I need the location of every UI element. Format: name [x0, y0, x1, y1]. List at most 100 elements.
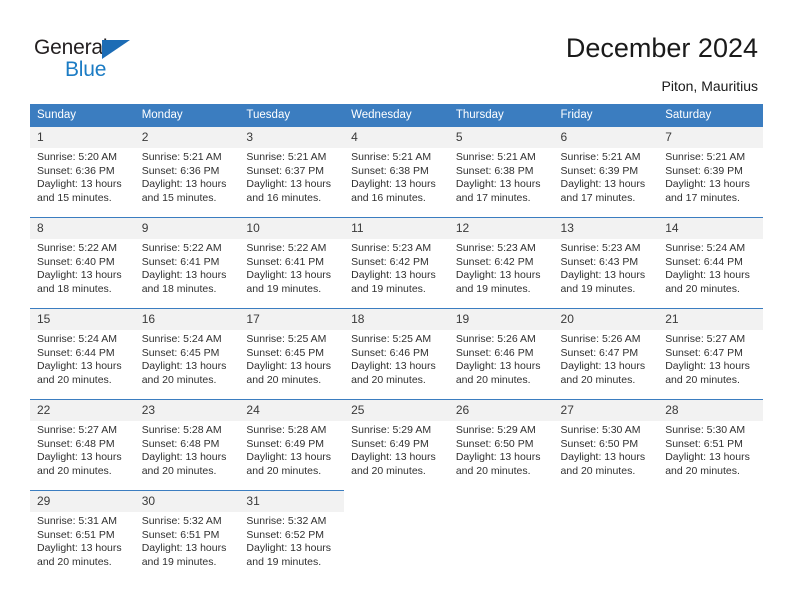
- calendar-week-row: 1 Sunrise: 5:20 AM Sunset: 6:36 PM Daylight…: [30, 126, 763, 217]
- sunset-text: Sunset: 6:43 PM: [560, 255, 639, 268]
- calendar-day[interactable]: 17 Sunrise: 5:25 AM Sunset: 6:45 PM Dayligh…: [239, 308, 345, 399]
- calendar-day[interactable]: 24 Sunrise: 5:28 AM Sunset: 6:49 PM Dayligh…: [239, 399, 345, 490]
- calendar-day[interactable]: 26 Sunrise: 5:29 AM Sunset: 6:50 PM Dayligh…: [448, 399, 554, 490]
- sunrise-text: Sunrise: 5:31 AM: [37, 515, 117, 527]
- calendar-day[interactable]: 11 Sunrise: 5:23 AM Sunset: 6:42 PM Dayligh…: [344, 217, 449, 308]
- daylight-text-line1: Daylight: 13 hours: [560, 178, 646, 191]
- calendar-day[interactable]: 12 Sunrise: 5:23 AM Sunset: 6:42 PM Dayligh…: [448, 217, 554, 308]
- day-details: Sunrise: 5:21 AM Sunset: 6:38 PM Daylight:…: [449, 148, 554, 205]
- sunset-text: Sunset: 6:49 PM: [246, 437, 325, 450]
- sunset-text: Sunset: 6:51 PM: [37, 528, 115, 541]
- day-details: Sunrise: 5:31 AM Sunset: 6:51 PM Daylight:…: [30, 512, 135, 569]
- sunset-text: Sunset: 6:46 PM: [455, 346, 534, 359]
- sunrise-text: Sunrise: 5:22 AM: [246, 242, 327, 254]
- daylight-text-line2: and 15 minutes.: [141, 191, 217, 204]
- weekday-header-friday: Friday: [553, 104, 659, 126]
- sunset-text: Sunset: 6:41 PM: [246, 255, 325, 268]
- day-number: 13: [553, 218, 659, 239]
- sunset-text: Sunset: 6:51 PM: [141, 528, 220, 541]
- calendar-day[interactable]: 13 Sunrise: 5:23 AM Sunset: 6:43 PM Dayligh…: [553, 217, 659, 308]
- daylight-text-line1: Daylight: 13 hours: [560, 451, 646, 464]
- daylight-text-line2: and 20 minutes.: [37, 464, 112, 477]
- calendar-day[interactable]: 4 Sunrise: 5:21 AM Sunset: 6:38 PM Daylight…: [344, 126, 449, 217]
- calendar-cell: 4 Sunrise: 5:21 AM Sunset: 6:38 PM Daylight…: [344, 126, 449, 217]
- daylight-text-line2: and 20 minutes.: [455, 373, 531, 386]
- day-number: [448, 490, 554, 511]
- daylight-text-line2: and 19 minutes.: [141, 555, 217, 568]
- calendar-cell: 16 Sunrise: 5:24 AM Sunset: 6:45 PM Dayligh…: [134, 308, 240, 399]
- calendar-day[interactable]: 20 Sunrise: 5:26 AM Sunset: 6:47 PM Dayligh…: [553, 308, 659, 399]
- calendar-day[interactable]: 5 Sunrise: 5:21 AM Sunset: 6:38 PM Daylight…: [448, 126, 554, 217]
- calendar-day[interactable]: 18 Sunrise: 5:25 AM Sunset: 6:46 PM Dayligh…: [344, 308, 449, 399]
- weekday-header-sunday: Sunday: [30, 104, 135, 126]
- calendar-day[interactable]: 21 Sunrise: 5:27 AM Sunset: 6:47 PM Dayligh…: [658, 308, 763, 399]
- daylight-text-line2: and 20 minutes.: [246, 373, 322, 386]
- calendar-cell: 2 Sunrise: 5:21 AM Sunset: 6:36 PM Daylight…: [134, 126, 240, 217]
- calendar-day[interactable]: 10 Sunrise: 5:22 AM Sunset: 6:41 PM Dayligh…: [239, 217, 345, 308]
- calendar-cell: 13 Sunrise: 5:23 AM Sunset: 6:43 PM Dayligh…: [553, 217, 659, 308]
- general-blue-logo[interactable]: General Blue: [34, 36, 164, 84]
- daylight-text-line1: Daylight: 13 hours: [141, 542, 227, 555]
- calendar-day[interactable]: 25 Sunrise: 5:29 AM Sunset: 6:49 PM Dayligh…: [344, 399, 449, 490]
- calendar-day[interactable]: 29 Sunrise: 5:31 AM Sunset: 6:51 PM Dayligh…: [30, 490, 135, 576]
- day-number: 24: [239, 400, 345, 421]
- calendar-day[interactable]: 23 Sunrise: 5:28 AM Sunset: 6:48 PM Dayligh…: [134, 399, 240, 490]
- daylight-text-line1: Daylight: 13 hours: [665, 451, 750, 464]
- daylight-text-line2: and 20 minutes.: [246, 464, 322, 477]
- daylight-text-line2: and 20 minutes.: [665, 464, 740, 477]
- day-details: Sunrise: 5:28 AM Sunset: 6:48 PM Daylight:…: [135, 421, 240, 478]
- day-number: 9: [134, 218, 240, 239]
- day-details: Sunrise: 5:24 AM Sunset: 6:44 PM Daylight:…: [30, 330, 135, 387]
- calendar-cell: [658, 490, 763, 576]
- calendar-day[interactable]: 30 Sunrise: 5:32 AM Sunset: 6:51 PM Dayligh…: [134, 490, 240, 576]
- day-details: Sunrise: 5:22 AM Sunset: 6:41 PM Daylight:…: [239, 239, 344, 296]
- calendar-cell: [448, 490, 554, 576]
- sunset-text: Sunset: 6:50 PM: [560, 437, 639, 450]
- calendar-day[interactable]: 22 Sunrise: 5:27 AM Sunset: 6:48 PM Dayligh…: [30, 399, 135, 490]
- sunset-text: Sunset: 6:51 PM: [665, 437, 743, 450]
- day-details: Sunrise: 5:22 AM Sunset: 6:41 PM Daylight:…: [135, 239, 240, 296]
- logo-text-blue: Blue: [65, 58, 107, 81]
- calendar-day[interactable]: 3 Sunrise: 5:21 AM Sunset: 6:37 PM Daylight…: [239, 126, 345, 217]
- logo-text-general: General: [34, 36, 108, 59]
- calendar-day[interactable]: 31 Sunrise: 5:32 AM Sunset: 6:52 PM Dayligh…: [239, 490, 345, 576]
- day-number: 31: [239, 491, 345, 512]
- calendar-day[interactable]: 1 Sunrise: 5:20 AM Sunset: 6:36 PM Daylight…: [30, 126, 135, 217]
- daylight-text-line2: and 20 minutes.: [37, 373, 112, 386]
- calendar-day[interactable]: 2 Sunrise: 5:21 AM Sunset: 6:36 PM Daylight…: [134, 126, 240, 217]
- daylight-text-line2: and 19 minutes.: [246, 555, 322, 568]
- day-number: 16: [134, 309, 240, 330]
- page-header: General Blue December 2024 Piton, Maurit…: [0, 0, 792, 104]
- calendar-cell: 15 Sunrise: 5:24 AM Sunset: 6:44 PM Dayligh…: [30, 308, 135, 399]
- day-details: Sunrise: 5:22 AM Sunset: 6:40 PM Daylight:…: [30, 239, 135, 296]
- sunrise-text: Sunrise: 5:21 AM: [351, 151, 432, 163]
- calendar-cell: 20 Sunrise: 5:26 AM Sunset: 6:47 PM Dayligh…: [553, 308, 659, 399]
- calendar-cell: 24 Sunrise: 5:28 AM Sunset: 6:49 PM Dayligh…: [239, 399, 345, 490]
- sunrise-text: Sunrise: 5:23 AM: [560, 242, 641, 254]
- calendar-day[interactable]: 15 Sunrise: 5:24 AM Sunset: 6:44 PM Dayligh…: [30, 308, 135, 399]
- day-number: 22: [30, 400, 135, 421]
- calendar-day[interactable]: 7 Sunrise: 5:21 AM Sunset: 6:39 PM Daylight…: [658, 126, 763, 217]
- weekday-header-tuesday: Tuesday: [239, 104, 345, 126]
- calendar-day[interactable]: 16 Sunrise: 5:24 AM Sunset: 6:45 PM Dayligh…: [134, 308, 240, 399]
- daylight-text-line1: Daylight: 13 hours: [455, 269, 541, 282]
- sunset-text: Sunset: 6:47 PM: [560, 346, 639, 359]
- day-details: Sunrise: 5:23 AM Sunset: 6:42 PM Daylight:…: [344, 239, 449, 296]
- calendar-day[interactable]: 8 Sunrise: 5:22 AM Sunset: 6:40 PM Daylight…: [30, 217, 135, 308]
- calendar-day[interactable]: 28 Sunrise: 5:30 AM Sunset: 6:51 PM Dayligh…: [658, 399, 763, 490]
- calendar-week-row: 8 Sunrise: 5:22 AM Sunset: 6:40 PM Daylight…: [30, 217, 763, 308]
- calendar-cell: 17 Sunrise: 5:25 AM Sunset: 6:45 PM Dayligh…: [239, 308, 345, 399]
- calendar-day[interactable]: 19 Sunrise: 5:26 AM Sunset: 6:46 PM Dayligh…: [448, 308, 554, 399]
- sunset-text: Sunset: 6:41 PM: [141, 255, 220, 268]
- sunset-text: Sunset: 6:50 PM: [455, 437, 534, 450]
- calendar-day[interactable]: 14 Sunrise: 5:24 AM Sunset: 6:44 PM Dayligh…: [658, 217, 763, 308]
- day-number: 1: [30, 127, 135, 148]
- calendar-day[interactable]: 9 Sunrise: 5:22 AM Sunset: 6:41 PM Daylight…: [134, 217, 240, 308]
- daylight-text-line1: Daylight: 13 hours: [37, 451, 122, 464]
- day-details: Sunrise: 5:21 AM Sunset: 6:37 PM Daylight:…: [239, 148, 344, 205]
- calendar-day[interactable]: 6 Sunrise: 5:21 AM Sunset: 6:39 PM Daylight…: [553, 126, 659, 217]
- daylight-text-line1: Daylight: 13 hours: [665, 269, 750, 282]
- calendar-day[interactable]: 27 Sunrise: 5:30 AM Sunset: 6:50 PM Dayligh…: [553, 399, 659, 490]
- sunrise-text: Sunrise: 5:24 AM: [141, 333, 222, 345]
- day-details: Sunrise: 5:26 AM Sunset: 6:46 PM Daylight:…: [449, 330, 554, 387]
